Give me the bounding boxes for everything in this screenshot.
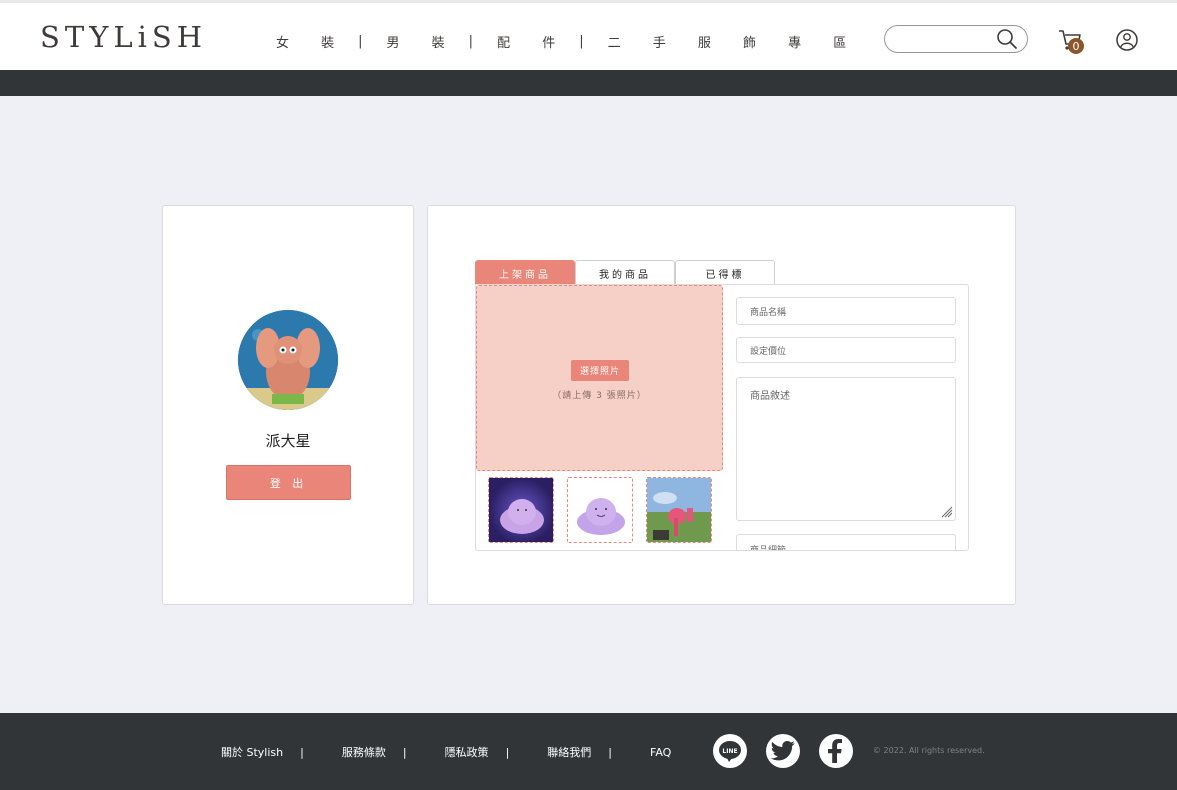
line-icon[interactable]: LINE bbox=[713, 734, 747, 768]
product-price-input[interactable]: 設定價位 bbox=[736, 337, 956, 363]
tab-list-product[interactable]: 上架商品 bbox=[475, 260, 575, 285]
footer-link-faq[interactable]: FAQ bbox=[650, 746, 671, 759]
logo[interactable]: STYLiSH bbox=[40, 20, 207, 54]
nav-separator: | bbox=[468, 34, 474, 49]
site-footer: 關於 Stylish | 服務條款 | 隱私政策 | 聯絡我們 | FAQ LI… bbox=[0, 713, 1177, 790]
header-strip bbox=[0, 70, 1177, 96]
footer-separator: | bbox=[300, 745, 304, 759]
site-header: STYLiSH 女 裝 | 男 裝 | 配 件 | 二 手 服 飾 專 區 0 bbox=[0, 0, 1177, 70]
line-icon-label: LINE bbox=[722, 748, 737, 755]
product-description-textarea[interactable]: 商品敘述 bbox=[736, 377, 956, 521]
nav-item-women[interactable]: 女 裝 bbox=[270, 32, 354, 51]
footer-separator: | bbox=[608, 745, 612, 759]
nav-item-accessories[interactable]: 配 件 bbox=[491, 32, 575, 51]
logout-button[interactable]: 登 出 bbox=[226, 465, 351, 500]
tab-my-products[interactable]: 我的商品 bbox=[575, 260, 675, 285]
footer-separator: | bbox=[505, 745, 510, 759]
photo-upload-area[interactable]: 選擇照片 （請上傳 3 張照片） bbox=[476, 285, 723, 471]
footer-link-about[interactable]: 關於 Stylish bbox=[221, 744, 283, 760]
nav-item-secondhand[interactable]: 二 手 服 飾 專 區 bbox=[602, 32, 867, 51]
member-icon[interactable] bbox=[1116, 28, 1138, 52]
avatar bbox=[238, 310, 338, 410]
choose-photo-button[interactable]: 選擇照片 bbox=[571, 360, 629, 381]
description-placeholder: 商品敘述 bbox=[750, 391, 790, 402]
profile-card: 派大星 登 出 bbox=[162, 205, 414, 605]
copyright: © 2022. All rights reserved. bbox=[873, 746, 985, 755]
product-name-input[interactable]: 商品名稱 bbox=[736, 297, 956, 325]
resize-grip-icon[interactable] bbox=[939, 504, 953, 518]
search-icon[interactable] bbox=[996, 28, 1018, 50]
main-nav: 女 裝 | 男 裝 | 配 件 | 二 手 服 飾 專 區 bbox=[270, 32, 866, 51]
footer-links: 關於 Stylish | 服務條款 | 隱私政策 | 聯絡我們 | FAQ bbox=[221, 744, 671, 760]
nav-item-men[interactable]: 男 裝 bbox=[381, 32, 465, 51]
product-detail-input[interactable]: 商品細節 bbox=[736, 534, 956, 550]
photo-thumbnail[interactable] bbox=[646, 477, 712, 543]
cart-count-badge: 0 bbox=[1068, 38, 1084, 54]
user-name: 派大星 bbox=[265, 432, 311, 450]
twitter-icon[interactable] bbox=[766, 734, 800, 768]
footer-link-terms[interactable]: 服務條款 bbox=[342, 744, 386, 760]
footer-separator: | bbox=[402, 745, 407, 759]
upload-hint: （請上傳 3 張照片） bbox=[552, 391, 647, 401]
product-card: 上架商品 我的商品 已得標 選擇照片 （請上傳 3 張照片） 商品名稱 設定價位… bbox=[427, 205, 1016, 605]
listing-panel: 選擇照片 （請上傳 3 張照片） 商品名稱 設定價位 商品敘述 商品細節 bbox=[475, 284, 969, 551]
nav-separator: | bbox=[358, 34, 363, 49]
nav-separator: | bbox=[579, 34, 584, 49]
footer-link-privacy[interactable]: 隱私政策 bbox=[445, 744, 489, 760]
photo-thumbnail[interactable] bbox=[488, 477, 554, 543]
tab-won-bids[interactable]: 已得標 bbox=[675, 260, 775, 285]
photo-thumbnails bbox=[488, 477, 712, 543]
photo-thumbnail[interactable] bbox=[567, 477, 633, 543]
footer-link-contact[interactable]: 聯絡我們 bbox=[547, 744, 591, 760]
facebook-icon[interactable] bbox=[819, 734, 853, 768]
product-tabs: 上架商品 我的商品 已得標 bbox=[475, 260, 775, 285]
